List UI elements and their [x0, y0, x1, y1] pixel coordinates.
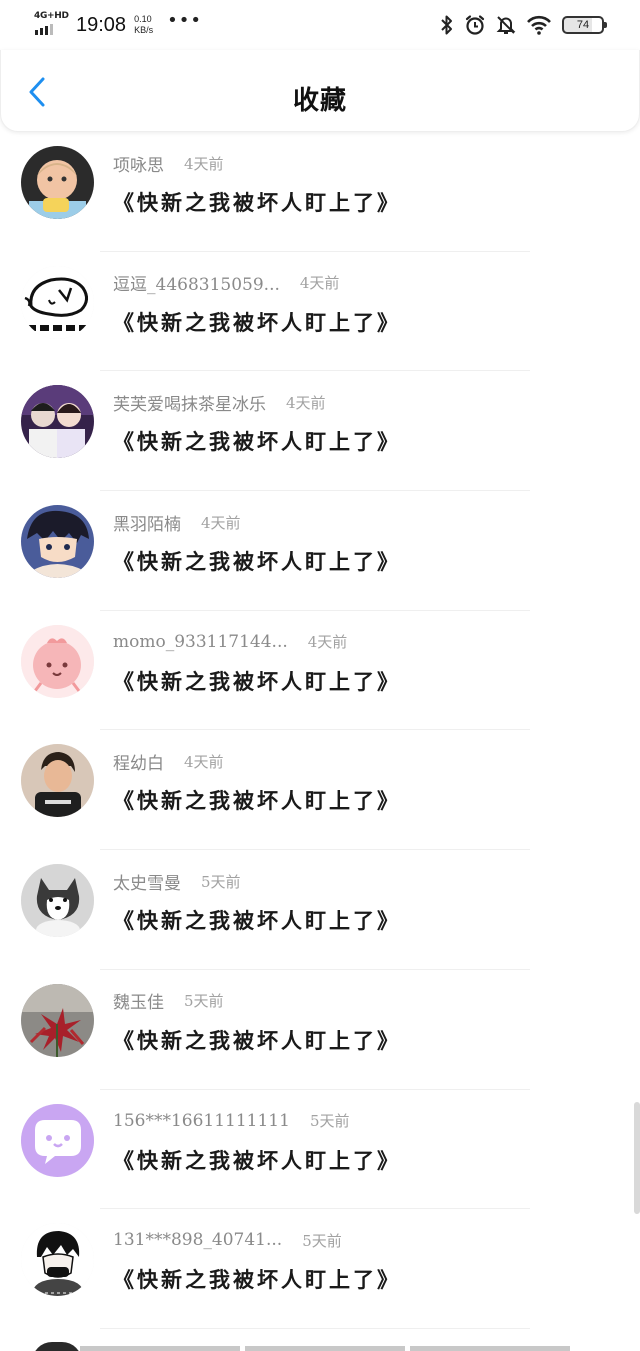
wifi-icon: [527, 15, 551, 35]
username[interactable]: 黑羽陌楠: [113, 510, 181, 535]
timestamp: 5天前: [201, 872, 241, 891]
avatar[interactable]: [21, 864, 94, 938]
list-item[interactable]: 太史雪曼 5天前 《快新之我被坏人盯上了》: [0, 850, 640, 970]
avatar[interactable]: [21, 146, 94, 219]
cellular-signal-icon: 4G+HD: [34, 10, 69, 40]
story-title[interactable]: 《快新之我被坏人盯上了》: [113, 1145, 401, 1175]
timestamp: 5天前: [302, 1231, 342, 1250]
timestamp: 4天前: [201, 513, 241, 532]
page-title: 收藏: [292, 86, 347, 116]
avatar[interactable]: [21, 624, 94, 698]
username[interactable]: 逗逗_4468315059...: [113, 270, 280, 295]
avatar[interactable]: [21, 265, 94, 339]
username[interactable]: 131***898_40741...: [113, 1230, 282, 1250]
avatar[interactable]: [21, 983, 94, 1057]
more-notifications-icon: •••: [167, 10, 202, 31]
username[interactable]: 太史雪曼: [113, 869, 181, 894]
timestamp: 4天前: [286, 393, 326, 412]
silent-mode-icon: [496, 16, 516, 34]
bluetooth-icon: [441, 15, 452, 35]
avatar[interactable]: [21, 1223, 94, 1297]
story-title[interactable]: 《快新之我被坏人盯上了》: [113, 307, 401, 337]
timestamp: 4天前: [184, 154, 224, 173]
battery-level: 74: [576, 19, 590, 31]
favorites-list: 项咏思 4天前 《快新之我被坏人盯上了》 逗逗_4468315059... 4天…: [0, 132, 640, 1329]
speed-unit: KB/s: [134, 25, 154, 35]
status-bar: 4G+HD 19:08 0.10 KB/s ••• 74: [0, 0, 640, 50]
story-title[interactable]: 《快新之我被坏人盯上了》: [113, 905, 401, 935]
username[interactable]: momo_933117144...: [113, 632, 288, 652]
list-item[interactable]: 项咏思 4天前 《快新之我被坏人盯上了》: [0, 132, 640, 252]
list-item[interactable]: 程幼白 4天前 《快新之我被坏人盯上了》: [0, 730, 640, 851]
username[interactable]: 程幼白: [113, 749, 164, 774]
story-title[interactable]: 《快新之我被坏人盯上了》: [113, 187, 401, 217]
list-item[interactable]: 逗逗_4468315059... 4天前 《快新之我被坏人盯上了》: [0, 252, 640, 372]
avatar[interactable]: [21, 505, 94, 579]
list-item[interactable]: 黑羽陌楠 4天前 《快新之我被坏人盯上了》: [0, 491, 640, 611]
list-item[interactable]: 芙芙爱喝抹茶星冰乐 4天前 《快新之我被坏人盯上了》: [0, 371, 640, 492]
divider: [100, 1327, 530, 1329]
partial-list-item: [80, 1346, 570, 1351]
username[interactable]: 156***16611111111: [113, 1111, 290, 1131]
list-item[interactable]: 156***16611111111 5天前 《快新之我被坏人盯上了》: [0, 1090, 640, 1210]
clock: 19:08: [76, 13, 127, 36]
story-title[interactable]: 《快新之我被坏人盯上了》: [113, 666, 401, 696]
battery-icon: 74: [562, 16, 607, 34]
speed-value: 0.10: [134, 14, 152, 24]
list-item[interactable]: momo_933117144... 4天前 《快新之我被坏人盯上了》: [0, 611, 640, 731]
timestamp: 4天前: [299, 274, 340, 293]
avatar-partial[interactable]: [32, 1342, 82, 1351]
timestamp: 4天前: [307, 633, 348, 652]
list-item[interactable]: 魏玉佳 5天前 《快新之我被坏人盯上了》: [0, 970, 640, 1090]
timestamp: 4天前: [184, 752, 224, 771]
avatar[interactable]: [21, 1103, 94, 1177]
nav-header: 收藏: [0, 50, 640, 132]
story-title[interactable]: 《快新之我被坏人盯上了》: [113, 426, 401, 456]
username[interactable]: 项咏思: [113, 151, 164, 176]
alarm-clock-icon: [465, 15, 485, 35]
timestamp: 5天前: [184, 992, 224, 1011]
story-title[interactable]: 《快新之我被坏人盯上了》: [113, 785, 401, 815]
story-title[interactable]: 《快新之我被坏人盯上了》: [113, 1264, 401, 1294]
timestamp: 5天前: [309, 1112, 350, 1130]
story-title[interactable]: 《快新之我被坏人盯上了》: [113, 546, 401, 576]
list-item[interactable]: 131***898_40741... 5天前 《快新之我被坏人盯上了》: [0, 1209, 640, 1329]
network-speed: 0.10 KB/s: [134, 14, 153, 36]
avatar[interactable]: [21, 385, 94, 459]
username[interactable]: 芙芙爱喝抹茶星冰乐: [113, 390, 266, 415]
username[interactable]: 魏玉佳: [113, 988, 164, 1013]
scrollbar[interactable]: [634, 1102, 640, 1214]
network-type: 4G+HD: [34, 11, 69, 21]
story-title[interactable]: 《快新之我被坏人盯上了》: [113, 1025, 401, 1055]
avatar[interactable]: [21, 744, 94, 818]
